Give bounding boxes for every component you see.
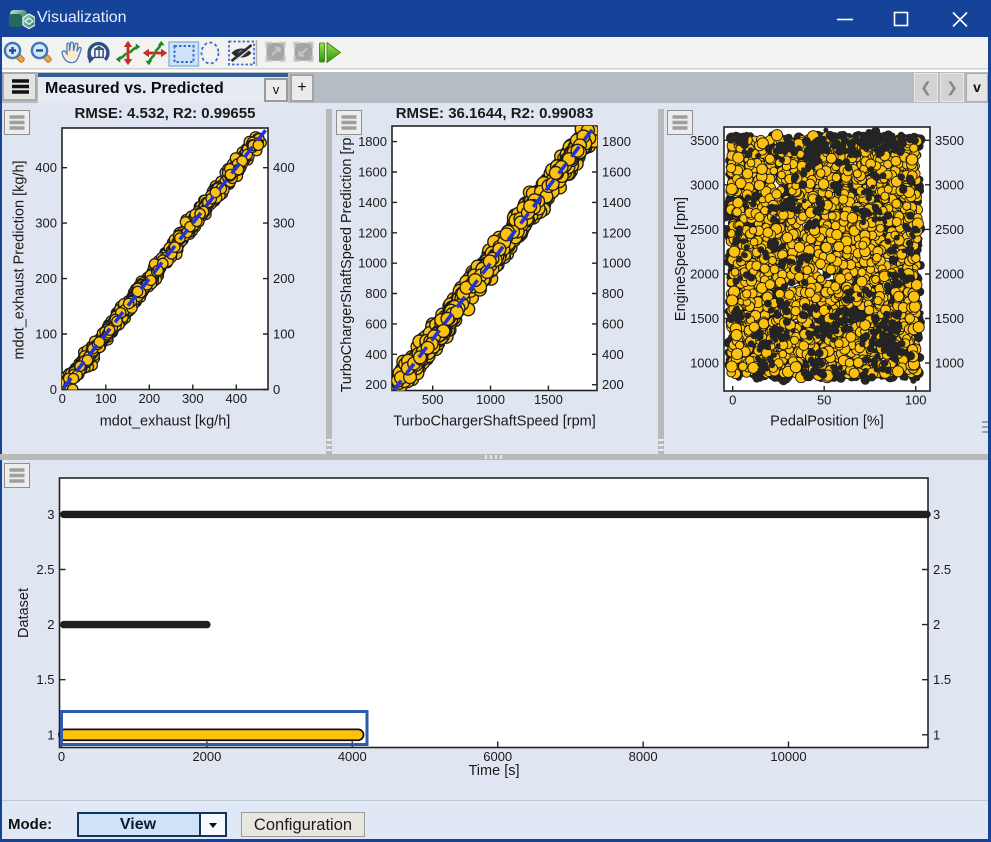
svg-text:2000: 2000 xyxy=(935,267,964,282)
svg-text:200: 200 xyxy=(35,271,57,286)
svg-text:100: 100 xyxy=(905,393,927,408)
svg-text:600: 600 xyxy=(365,316,387,331)
svg-text:0: 0 xyxy=(729,393,736,408)
svg-text:1500: 1500 xyxy=(935,311,964,326)
svg-text:1000: 1000 xyxy=(602,256,631,271)
svg-text:1200: 1200 xyxy=(602,225,631,240)
svg-text:200: 200 xyxy=(365,377,387,392)
svg-text:1800: 1800 xyxy=(358,134,387,149)
svg-text:0: 0 xyxy=(50,382,57,397)
svg-text:3500: 3500 xyxy=(690,133,719,148)
svg-text:TurboChargerShaftSpeed [rpm]: TurboChargerShaftSpeed [rpm] xyxy=(393,414,596,430)
svg-text:RMSE: 4.532, R2: 0.99655: RMSE: 4.532, R2: 0.99655 xyxy=(75,105,256,122)
svg-text:3000: 3000 xyxy=(690,177,719,192)
svg-text:3000: 3000 xyxy=(935,177,964,192)
svg-text:1600: 1600 xyxy=(358,165,387,180)
svg-text:EngineSpeed [rpm]: EngineSpeed [rpm] xyxy=(673,197,689,321)
svg-text:400: 400 xyxy=(365,347,387,362)
svg-text:200: 200 xyxy=(273,271,295,286)
svg-text:200: 200 xyxy=(602,377,624,392)
svg-text:400: 400 xyxy=(602,347,624,362)
svg-text:TurboChargerShaftSpeed Predict: TurboChargerShaftSpeed Prediction [rpm] xyxy=(339,121,355,392)
svg-text:PedalPosition [%]: PedalPosition [%] xyxy=(770,414,884,430)
svg-text:400: 400 xyxy=(225,391,247,406)
svg-text:2500: 2500 xyxy=(690,222,719,237)
svg-text:200: 200 xyxy=(138,391,160,406)
svg-text:1600: 1600 xyxy=(602,165,631,180)
svg-text:50: 50 xyxy=(817,393,831,408)
svg-text:300: 300 xyxy=(273,216,295,231)
svg-text:100: 100 xyxy=(35,327,57,342)
svg-text:RMSE: 36.1644, R2: 0.99083: RMSE: 36.1644, R2: 0.99083 xyxy=(396,105,594,122)
svg-text:1400: 1400 xyxy=(602,195,631,210)
svg-text:500: 500 xyxy=(422,392,444,407)
svg-text:2000: 2000 xyxy=(690,267,719,282)
svg-text:400: 400 xyxy=(273,160,295,175)
svg-text:1500: 1500 xyxy=(690,311,719,326)
svg-text:300: 300 xyxy=(35,216,57,231)
svg-text:3500: 3500 xyxy=(935,133,964,148)
svg-text:1500: 1500 xyxy=(534,392,563,407)
svg-text:0: 0 xyxy=(59,391,66,406)
svg-text:1000: 1000 xyxy=(358,256,387,271)
svg-text:1200: 1200 xyxy=(358,225,387,240)
svg-text:0: 0 xyxy=(273,382,280,397)
svg-text:mdot_exhaust Prediction [kg/h]: mdot_exhaust Prediction [kg/h] xyxy=(12,160,28,359)
svg-text:1800: 1800 xyxy=(602,134,631,149)
svg-text:100: 100 xyxy=(273,327,295,342)
svg-text:2500: 2500 xyxy=(935,222,964,237)
svg-text:1000: 1000 xyxy=(476,392,505,407)
svg-text:100: 100 xyxy=(95,391,117,406)
svg-text:600: 600 xyxy=(602,316,624,331)
svg-text:300: 300 xyxy=(182,391,204,406)
svg-text:400: 400 xyxy=(35,160,57,175)
svg-text:1400: 1400 xyxy=(358,195,387,210)
svg-text:800: 800 xyxy=(602,286,624,301)
svg-text:1000: 1000 xyxy=(935,356,964,371)
svg-text:800: 800 xyxy=(365,286,387,301)
svg-text:1000: 1000 xyxy=(690,356,719,371)
svg-text:mdot_exhaust [kg/h]: mdot_exhaust [kg/h] xyxy=(100,414,231,430)
